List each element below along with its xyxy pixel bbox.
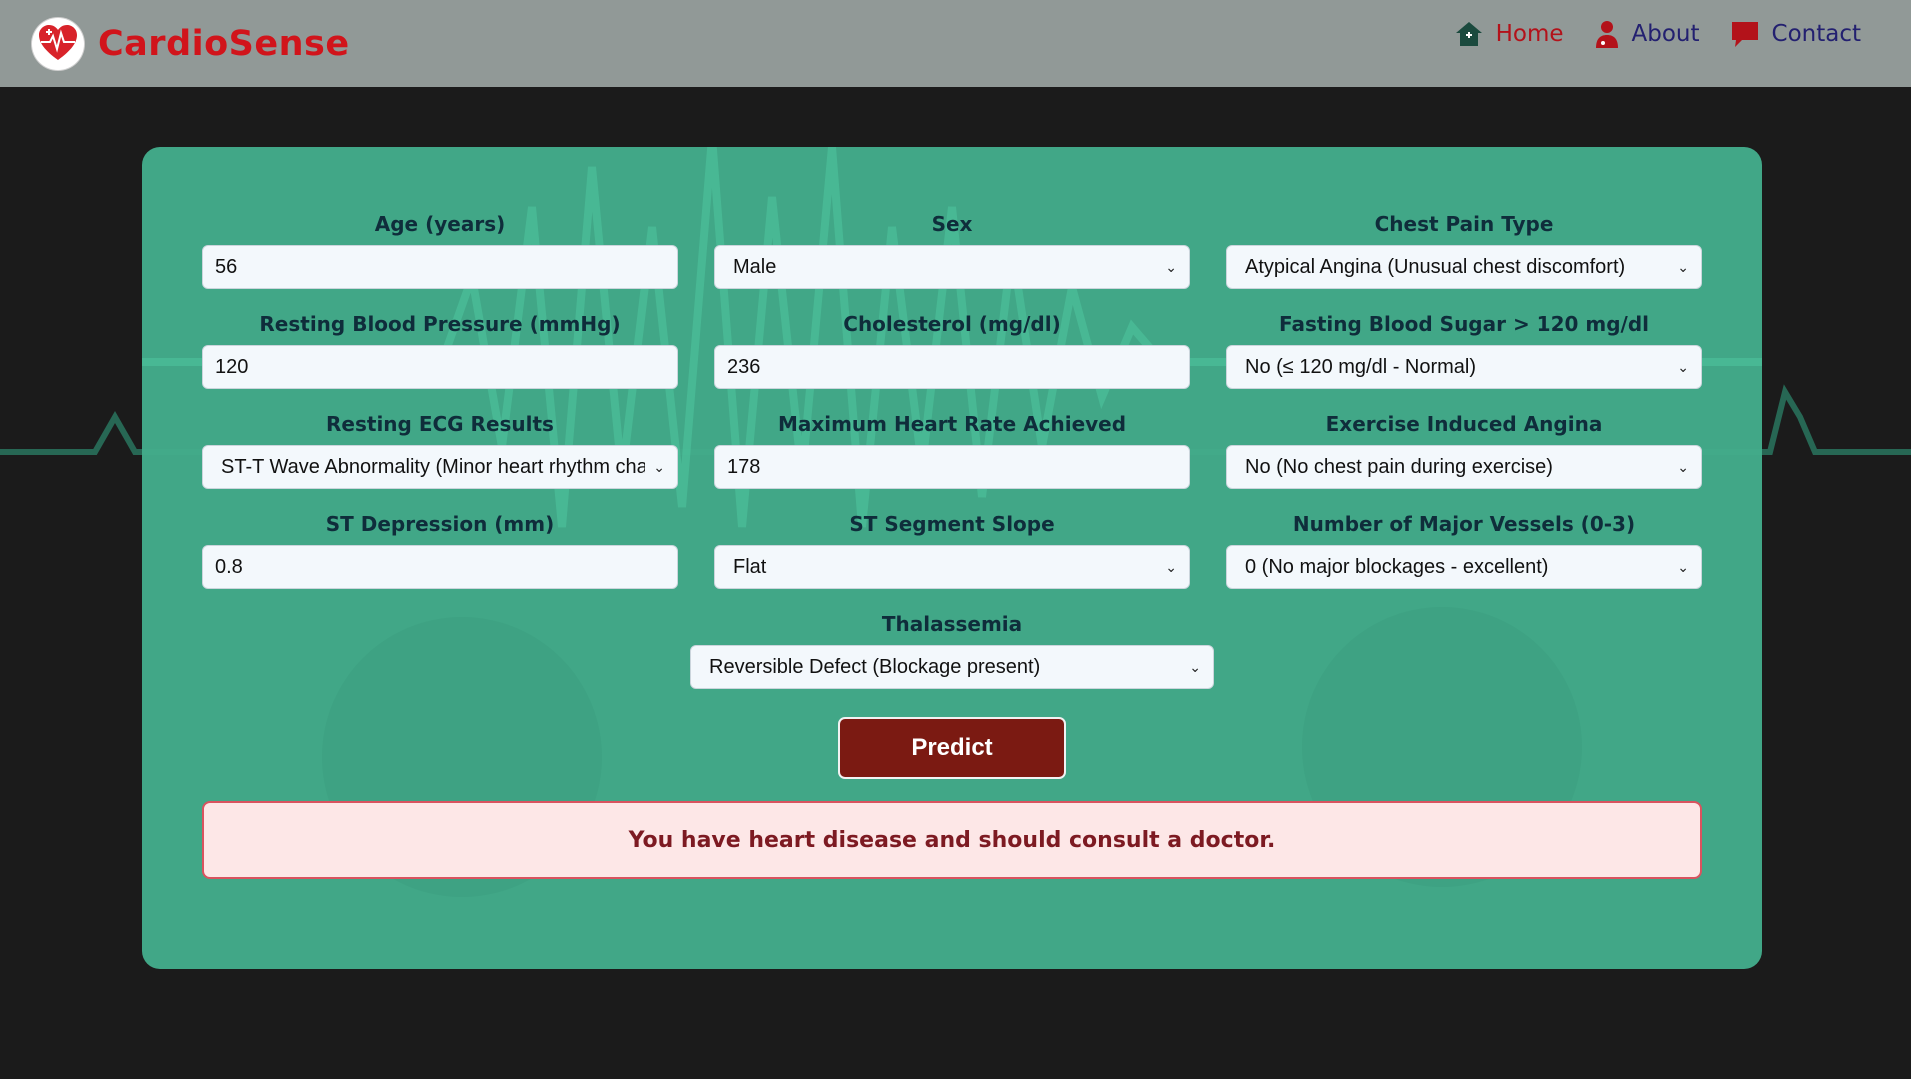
angina-select[interactable]: No (No chest pain during exercise) ⌄ (1226, 445, 1702, 489)
predict-button[interactable]: Predict (838, 717, 1066, 779)
main-nav: Home About Contact (1454, 19, 1879, 49)
fbs-label: Fasting Blood Sugar > 120 mg/dl (1278, 312, 1650, 336)
sex-label: Sex (931, 212, 973, 236)
fbs-select[interactable]: No (≤ 120 mg/dl - Normal) ⌄ (1226, 345, 1702, 389)
chevron-down-icon: ⌄ (653, 458, 665, 475)
vessels-select-value: 0 (No major blockages - excellent) (1245, 555, 1549, 578)
bp-label: Resting Blood Pressure (mmHg) (259, 312, 621, 336)
nav-contact-label: Contact (1771, 20, 1861, 47)
nav-about-label: About (1631, 20, 1700, 47)
prediction-card: Age (years) 56 Sex Male ⌄ Chest Pain Typ… (142, 147, 1762, 969)
thal-label: Thalassemia (881, 612, 1023, 636)
vessels-select[interactable]: 0 (No major blockages - excellent) ⌄ (1226, 545, 1702, 589)
bp-input[interactable]: 120 (202, 345, 678, 389)
max-hr-label: Maximum Heart Rate Achieved (777, 412, 1127, 436)
thal-select-value: Reversible Defect (Blockage present) (709, 655, 1041, 678)
vessels-label: Number of Major Vessels (0-3) (1292, 512, 1636, 536)
prediction-form: Age (years) 56 Sex Male ⌄ Chest Pain Typ… (202, 209, 1702, 879)
ecg-label: Resting ECG Results (326, 412, 554, 436)
chevron-down-icon: ⌄ (1165, 258, 1177, 275)
chevron-down-icon: ⌄ (1677, 358, 1689, 375)
sex-select-value: Male (733, 255, 777, 278)
heart-pulse-icon (32, 17, 84, 70)
angina-label: Exercise Induced Angina (1325, 412, 1603, 436)
ecg-select[interactable]: ST-T Wave Abnormality (Minor heart rhyth… (202, 445, 678, 489)
slope-select-value: Flat (733, 555, 767, 578)
ecg-select-value: ST-T Wave Abnormality (Minor heart rhyth… (221, 455, 646, 478)
st-depression-label: ST Depression (mm) (325, 512, 555, 536)
doctor-icon (1594, 19, 1620, 49)
chevron-down-icon: ⌄ (1677, 458, 1689, 475)
fbs-select-value: No (≤ 120 mg/dl - Normal) (1245, 355, 1477, 378)
chevron-down-icon: ⌄ (1677, 258, 1689, 275)
st-depression-input[interactable]: 0.8 (202, 545, 678, 589)
chevron-down-icon: ⌄ (1189, 658, 1201, 675)
age-label: Age (years) (374, 212, 506, 236)
chest-pain-select-value: Atypical Angina (Unusual chest discomfor… (1245, 255, 1626, 278)
chest-pain-label: Chest Pain Type (1374, 212, 1554, 236)
sex-select[interactable]: Male ⌄ (714, 245, 1190, 289)
nav-about[interactable]: About (1594, 19, 1700, 49)
max-hr-input[interactable]: 178 (714, 445, 1190, 489)
chevron-down-icon: ⌄ (1165, 558, 1177, 575)
brand-name: CardioSense (98, 23, 350, 64)
slope-select[interactable]: Flat ⌄ (714, 545, 1190, 589)
chol-input[interactable]: 236 (714, 345, 1190, 389)
navbar: CardioSense Home About Contact (0, 0, 1911, 87)
result-alert: You have heart disease and should consul… (202, 801, 1702, 879)
nav-home-label: Home (1495, 20, 1564, 47)
chat-icon (1730, 20, 1760, 48)
nav-contact[interactable]: Contact (1730, 20, 1861, 48)
slope-label: ST Segment Slope (849, 512, 1055, 536)
chest-pain-select[interactable]: Atypical Angina (Unusual chest discomfor… (1226, 245, 1702, 289)
chol-label: Cholesterol (mg/dl) (843, 312, 1061, 336)
nav-home[interactable]: Home (1454, 20, 1564, 48)
age-input[interactable]: 56 (202, 245, 678, 289)
brand[interactable]: CardioSense (32, 17, 350, 70)
home-icon (1454, 20, 1484, 48)
chevron-down-icon: ⌄ (1677, 558, 1689, 575)
angina-select-value: No (No chest pain during exercise) (1245, 455, 1553, 478)
thal-select[interactable]: Reversible Defect (Blockage present) ⌄ (690, 645, 1214, 689)
